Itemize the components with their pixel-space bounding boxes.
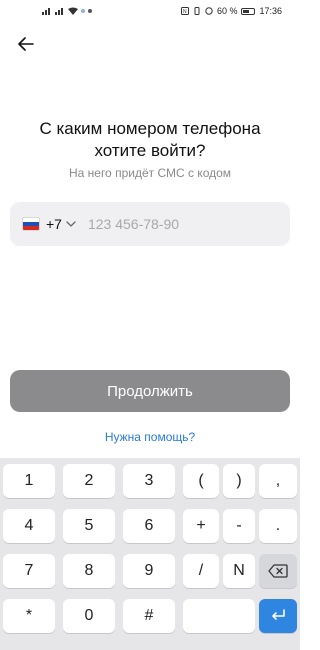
signal-icon-2 [55,8,63,15]
key-comma[interactable]: , [259,464,297,498]
key-asterisk[interactable]: * [3,599,55,633]
key-9[interactable]: 9 [123,554,175,588]
battery-icon [241,7,256,15]
country-code[interactable]: +7 [46,216,62,232]
key-n[interactable]: N [223,554,255,588]
key-0[interactable]: 0 [63,599,115,633]
key-minus[interactable]: - [223,509,255,543]
enter-icon [272,609,285,620]
key-4[interactable]: 4 [3,509,55,543]
clock: 17:36 [259,6,282,16]
title-line-2: хотите войти? [94,141,206,160]
title-line-1: С каким номером телефона [39,119,261,138]
backspace-icon [268,564,288,578]
key-6[interactable]: 6 [123,509,175,543]
key-8[interactable]: 8 [63,554,115,588]
enter-key[interactable] [259,599,297,633]
signal-icon [42,8,50,15]
status-right: N 60 % 17:36 [180,6,300,16]
key-7[interactable]: 7 [3,554,55,588]
key-5[interactable]: 5 [63,509,115,543]
numeric-keyboard: 1 2 3 ( ) , 4 5 6 + - . 7 8 9 / N * 0 # [0,458,300,650]
russia-flag-icon[interactable] [22,217,40,231]
key-open-paren[interactable]: ( [183,464,219,498]
page-title: С каким номером телефона хотите войти? [20,118,280,162]
key-3[interactable]: 3 [123,464,175,498]
nfc-icon: N [180,7,189,15]
key-plus[interactable]: + [183,509,219,543]
arrow-left-icon [18,37,34,51]
vibrate-icon [194,7,200,15]
key-slash[interactable]: / [183,554,219,588]
key-hash[interactable]: # [123,599,175,633]
key-space[interactable] [183,599,255,633]
continue-button[interactable]: Продолжить [10,370,290,412]
back-button[interactable] [14,32,38,56]
status-bar: N 60 % 17:36 [0,0,300,22]
alarm-icon [205,7,213,15]
vpn-icon [81,9,85,13]
wifi-icon [68,7,78,15]
battery-percent: 60 % [216,6,238,16]
backspace-key[interactable] [259,554,297,588]
key-close-paren[interactable]: ) [223,464,255,498]
key-1[interactable]: 1 [3,464,55,498]
status-left-icons [0,7,92,15]
svg-text:N: N [183,9,187,15]
key-period[interactable]: . [259,509,297,543]
notification-dot-icon [88,9,92,13]
chevron-down-icon[interactable] [66,221,76,227]
page-subtitle: На него придёт СМС с кодом [68,166,232,180]
phone-field[interactable]: +7 [10,202,290,246]
phone-input[interactable] [87,216,238,232]
key-2[interactable]: 2 [63,464,115,498]
help-link[interactable]: Нужна помощь? [0,430,300,444]
